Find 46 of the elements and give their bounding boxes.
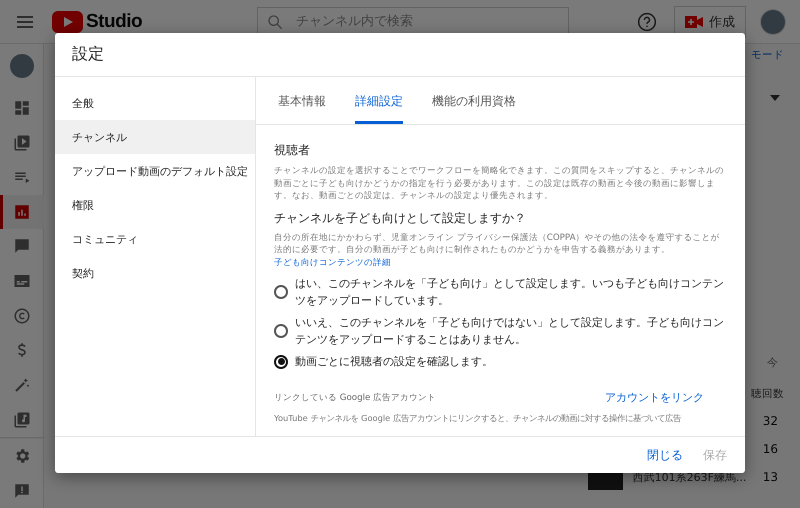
- legal-text: 自分の所在地にかかわらず、児童オンライン プライバシー保護法（COPPA）やその他の法令を遵守することが法的に必要です。自分の動画が子ども向けに制作されたものかどうかを申告する義務があります。 子ども向けコンテンツの詳細: [274, 232, 721, 269]
- question-heading: チャンネルを子ども向けとして設定しますか？: [274, 210, 527, 226]
- dashboard-icon[interactable]: [12, 99, 30, 118]
- settings-nav-item[interactable]: 契約: [55, 256, 255, 290]
- radio-button[interactable]: [274, 324, 288, 338]
- music-library-icon[interactable]: [12, 410, 30, 429]
- menu-icon[interactable]: [17, 16, 33, 28]
- settings-nav-item[interactable]: コミュニティ: [55, 222, 255, 256]
- video-camera-icon: [685, 14, 703, 28]
- dropdown-caret-icon[interactable]: [770, 95, 780, 101]
- radio-button[interactable]: [274, 354, 288, 368]
- section-heading: 視聴者: [274, 142, 311, 159]
- help-icon[interactable]: [637, 12, 657, 32]
- magic-wand-icon[interactable]: [12, 376, 30, 394]
- radio-label[interactable]: 動画ごとに視聴者の設定を確認します。: [295, 353, 727, 370]
- tab[interactable]: 詳細設定: [355, 93, 403, 124]
- learn-more-link[interactable]: 子ども向けコンテンツの詳細: [274, 258, 391, 268]
- ads-account-label: リンクしている Google 広告アカウント: [274, 392, 436, 404]
- video-library-icon[interactable]: [12, 134, 30, 152]
- logo-text: Studio: [86, 10, 142, 32]
- link-account-button[interactable]: アカウントをリンク: [605, 390, 704, 405]
- nav-rail-item[interactable]: [0, 194, 44, 230]
- section-description: チャンネルの設定を選択することでワークフローを簡略化できます。この質問をスキップすると、チャンネルの動画ごとに子ども向けかどうかの指定を行う必要があります。この設定は既存の動画と今後の動画に影響します。なお、動画ごとの設定は、チャンネルの設定より優先されます。: [274, 165, 725, 202]
- comment-icon[interactable]: [12, 237, 30, 256]
- settings-nav-item[interactable]: アップロード動画のデフォルト設定: [55, 154, 255, 188]
- dialog-title: 設定: [72, 44, 104, 65]
- views-heading: 聴回数: [751, 387, 784, 401]
- time-label: 今: [767, 355, 778, 370]
- tab[interactable]: 機能の利用資格: [432, 93, 516, 124]
- radio-button[interactable]: [274, 285, 288, 299]
- copyright-icon[interactable]: [12, 306, 30, 325]
- radio-label[interactable]: いいえ、このチャンネルを「子ども向けではない」として設定します。子ども向けコンテンツをアップロードすることはありません。: [295, 314, 727, 348]
- feedback-icon[interactable]: [12, 482, 30, 500]
- view-count: 32: [762, 414, 778, 428]
- view-count: 16: [762, 442, 778, 456]
- close-button[interactable]: 閉じる: [647, 446, 683, 464]
- avatar[interactable]: [760, 8, 786, 34]
- tab[interactable]: 基本情報: [278, 93, 326, 124]
- settings-nav-item[interactable]: チャンネル: [55, 120, 255, 154]
- radio-label[interactable]: はい、このチャンネルを「子ども向け」として設定します。いつも子ども向けコンテンツをアップロードしています。: [295, 275, 727, 309]
- settings-nav-item[interactable]: 権限: [55, 188, 255, 222]
- bar-chart-icon[interactable]: [12, 202, 30, 221]
- view-count: 13: [762, 470, 778, 484]
- channel-avatar[interactable]: [10, 54, 34, 78]
- ads-description: YouTube チャンネルを Google 広告アカウントにリンクすると、チャンネルの動画に対する操作に基づいて広告: [274, 413, 682, 424]
- settings-nav-item[interactable]: 全般: [55, 86, 255, 120]
